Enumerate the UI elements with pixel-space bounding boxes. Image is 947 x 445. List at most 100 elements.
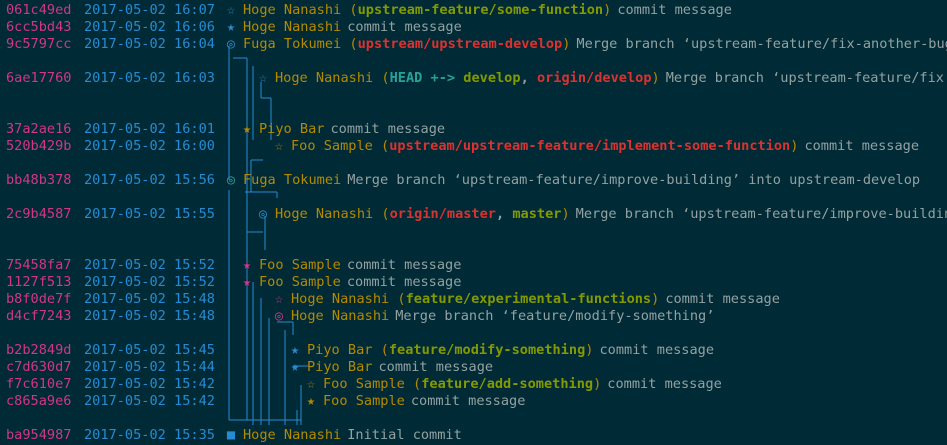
commit-date: 2017-05-02 15:52 (84, 257, 215, 273)
commit-date: 2017-05-02 16:03 (84, 70, 215, 86)
refs-close-paren: ) (561, 206, 570, 222)
commit-date: 2017-05-02 15:42 (84, 393, 215, 409)
commit-message: commit message (804, 138, 920, 154)
branch-ref[interactable]: upstream/upstream-feature/implement-some… (389, 138, 790, 155)
commit-row[interactable]: b8f0de7f 2017-05-02 15:48 ☆ Hoge Nanashi (f… (6, 291, 780, 308)
commit-hash[interactable]: 9c5797cc (6, 36, 76, 53)
branch-ref[interactable]: feature/modify-something (389, 342, 585, 359)
branch-ref[interactable]: origin/develop (537, 70, 652, 87)
commit-marker-icon[interactable]: ☆ (271, 138, 287, 155)
commit-row[interactable]: c7d630d7 2017-05-02 15:44 ★ Piyo Bar commit … (6, 359, 493, 376)
commit-hash[interactable]: bb48b378 (6, 172, 76, 189)
commit-marker-icon[interactable]: ■ (223, 427, 239, 444)
commit-author: Hoge Nanashi (243, 427, 342, 443)
commit-marker-icon[interactable]: ☆ (255, 70, 271, 87)
commit-author: Hoge Nanashi (243, 2, 342, 18)
commit-date: 2017-05-02 16:07 (84, 2, 215, 18)
commit-hash[interactable]: d4cf7243 (6, 308, 76, 325)
commit-marker-icon[interactable]: ☆ (271, 291, 287, 308)
branch-ref[interactable]: master (512, 206, 561, 223)
commit-row[interactable]: 1127f513 2017-05-02 15:52 ★ Foo Sample commi… (6, 274, 461, 291)
commit-message: commit message (410, 393, 526, 409)
commit-row[interactable]: 6cc5bd43 2017-05-02 16:06 ★ Hoge Nanashi com… (6, 19, 462, 36)
commit-row[interactable]: 6ae17760 2017-05-02 16:03 ☆ Hoge Nanashi (H… (6, 70, 944, 87)
commit-marker-icon[interactable]: ★ (239, 121, 255, 138)
commit-marker-icon[interactable]: ◎ (223, 172, 239, 189)
commit-message: commit message (330, 121, 446, 137)
commit-hash[interactable]: 6cc5bd43 (6, 19, 76, 36)
commit-row[interactable]: c865a9e6 2017-05-02 15:42 ★ Foo Sample commi… (6, 393, 525, 410)
commit-row[interactable]: b2b2849d 2017-05-02 15:45 ★ Piyo Bar (featu… (6, 342, 714, 359)
commit-row[interactable]: d4cf7243 2017-05-02 15:48 ◎ Hoge Nanashi Mer… (6, 308, 714, 325)
commit-marker-icon[interactable]: ☆ (223, 2, 239, 19)
commit-author: Foo Sample (259, 257, 341, 273)
commit-marker-icon[interactable]: ★ (303, 393, 319, 410)
commit-marker-icon[interactable]: ★ (287, 359, 303, 376)
commit-row[interactable]: 75458fa7 2017-05-02 15:52 ★ Foo Sample commi… (6, 257, 461, 274)
commit-message: Merge branch ‘upstream-feature/improve-b… (575, 206, 947, 222)
commit-hash[interactable]: 1127f513 (6, 274, 76, 291)
branch-ref[interactable]: origin/master (390, 206, 496, 223)
commit-hash[interactable]: ba954987 (6, 427, 76, 444)
commit-row[interactable]: 9c5797cc 2017-05-02 16:04 ◎ Fuga Tokumei (u… (6, 36, 947, 53)
commit-date: 2017-05-02 15:56 (84, 172, 215, 188)
refs-open-paren: ( (372, 138, 390, 154)
refs-close-paren: ) (790, 138, 799, 154)
branch-ref[interactable]: upstream-feature/some-function (358, 2, 604, 19)
commit-date: 2017-05-02 16:06 (84, 19, 215, 35)
commit-author: Hoge Nanashi (243, 19, 342, 35)
commit-author: Hoge Nanashi (291, 291, 390, 307)
commit-marker-icon[interactable]: ★ (223, 19, 239, 36)
refs-open-paren: ( (404, 376, 422, 392)
refs-open-paren: ( (373, 70, 390, 86)
commit-author: Hoge Nanashi (275, 70, 374, 86)
commit-date: 2017-05-02 15:52 (84, 274, 215, 290)
commit-hash[interactable]: f7c610e7 (6, 376, 76, 393)
refs-close-paren: ) (562, 36, 571, 52)
commit-hash[interactable]: 6ae17760 (6, 70, 76, 87)
branch-ref[interactable]: develop (463, 70, 520, 87)
branch-ref[interactable]: , (496, 206, 512, 223)
commit-row[interactable]: ba954987 2017-05-02 15:35 ■ Hoge Nanashi Ini… (6, 427, 462, 444)
commit-date: 2017-05-02 15:55 (84, 206, 215, 222)
commit-marker-icon[interactable]: ★ (287, 342, 303, 359)
commit-hash[interactable]: 37a2ae16 (6, 121, 76, 138)
commit-row[interactable]: 37a2ae16 2017-05-02 16:01 ★ Piyo Bar commit … (6, 121, 445, 138)
commit-marker-icon[interactable]: ◎ (223, 36, 239, 53)
commit-row[interactable]: 520b429b 2017-05-02 16:00 ☆ Foo Sample (ups… (6, 138, 919, 155)
commit-hash[interactable]: 75458fa7 (6, 257, 76, 274)
branch-ref[interactable]: HEAD (390, 70, 423, 87)
commit-marker-icon[interactable]: ☆ (303, 376, 319, 393)
commit-row[interactable]: f7c610e7 2017-05-02 15:42 ☆ Foo Sample (fea… (6, 376, 722, 393)
commit-row[interactable]: bb48b378 2017-05-02 15:56 ◎ Fuga Tokumei Mer… (6, 172, 920, 189)
commit-marker-icon[interactable]: ◎ (271, 308, 287, 325)
branch-ref[interactable]: upstream/upstream-develop (358, 36, 563, 53)
commit-row[interactable]: 2c9b4587 2017-05-02 15:55 ◎ Hoge Nanashi (o… (6, 206, 947, 223)
commit-marker-icon[interactable]: ★ (239, 257, 255, 274)
commit-row[interactable]: 061c49ed 2017-05-02 16:07 ☆ Hoge Nanashi (u… (6, 2, 732, 19)
commit-author: Hoge Nanashi (275, 206, 374, 222)
commit-hash[interactable]: b2b2849d (6, 342, 76, 359)
refs-close-paren: ) (603, 2, 612, 18)
commit-marker-icon[interactable]: ◎ (255, 206, 271, 223)
commit-message: commit message (347, 19, 462, 35)
branch-ref[interactable]: feature/experimental-functions (406, 291, 652, 308)
refs-close-paren: ) (585, 342, 594, 358)
commit-author: Hoge Nanashi (291, 308, 390, 324)
commit-hash[interactable]: 061c49ed (6, 2, 76, 19)
commit-hash[interactable]: 520b429b (6, 138, 76, 155)
commit-message: commit message (378, 359, 494, 375)
branch-ref[interactable]: +-> (422, 70, 463, 87)
commit-hash[interactable]: b8f0de7f (6, 291, 76, 308)
commit-author: Piyo Bar (307, 359, 373, 375)
commit-marker-icon[interactable]: ★ (239, 274, 255, 291)
refs-open-paren: ( (341, 2, 358, 18)
commit-hash[interactable]: c7d630d7 (6, 359, 76, 376)
commit-date: 2017-05-02 15:44 (84, 359, 215, 375)
branch-ref[interactable]: , (521, 70, 537, 87)
commit-hash[interactable]: c865a9e6 (6, 393, 76, 410)
commit-hash[interactable]: 2c9b4587 (6, 206, 76, 223)
branch-ref[interactable]: feature/add-something (421, 376, 593, 393)
commit-author: Foo Sample (323, 376, 405, 392)
commit-message: commit message (607, 376, 722, 392)
